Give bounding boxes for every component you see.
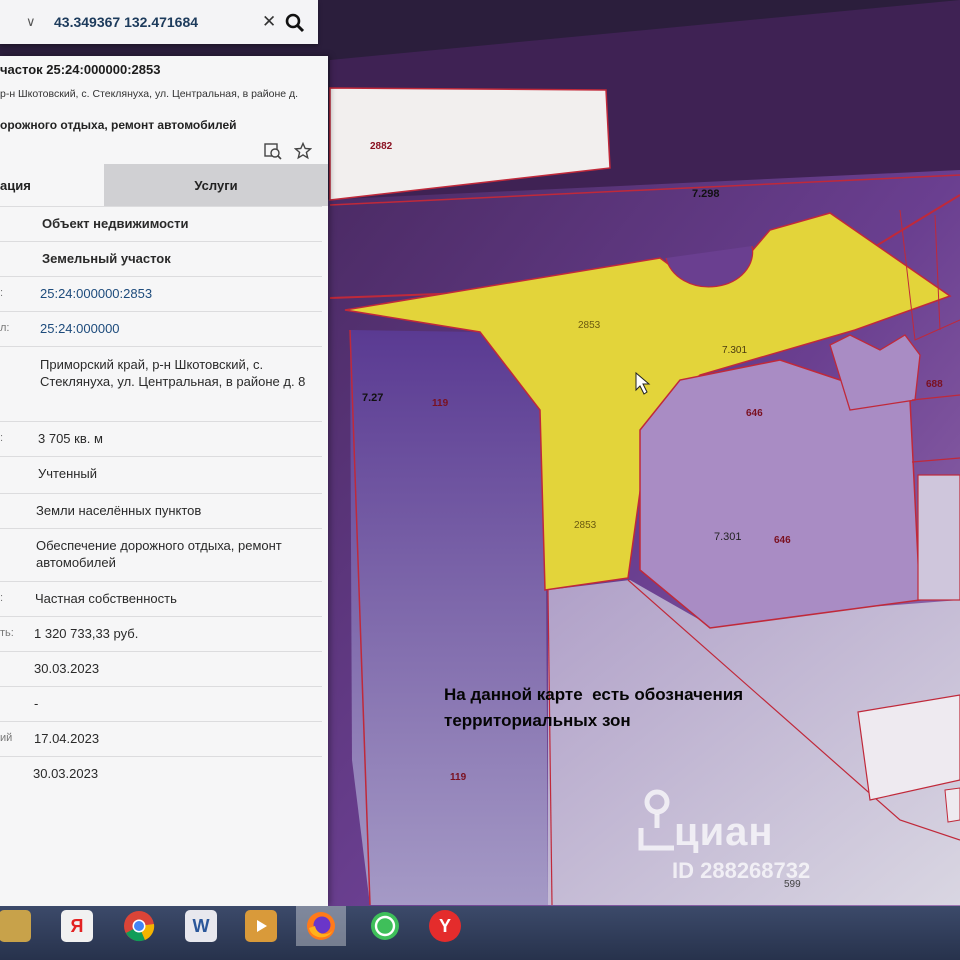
row-value: 1 320 733,33 руб. — [34, 626, 139, 641]
chrome-icon — [124, 911, 155, 942]
search-icon[interactable] — [284, 12, 306, 34]
row-label: : — [0, 432, 4, 444]
label-119-top: 119 — [432, 398, 449, 409]
yandex-browser-icon: Y — [429, 910, 461, 942]
row-label: : — [0, 287, 4, 299]
parcel-info-panel: часток 25:24:000000:2853 р-н Шкотовский,… — [0, 56, 328, 906]
parcel-119 — [350, 330, 548, 905]
row-value: Обеспечение дорожного отдыха, ремонт авт… — [36, 538, 282, 570]
tab-information[interactable]: ация — [0, 164, 104, 206]
panel-tabs: ация Услуги — [0, 164, 328, 206]
taskbar-item-library[interactable] — [0, 906, 40, 946]
label-7301-top: 7.301 — [722, 345, 747, 356]
search-bar: ∨ ✕ — [0, 0, 318, 44]
row-value: Земли населённых пунктов — [36, 503, 202, 518]
taskbar-item-yandex[interactable]: Я — [52, 906, 102, 946]
location-pin-icon — [638, 789, 674, 851]
list-item: Приморский край, р-н Шкотовский, с. Стек… — [0, 346, 322, 421]
cadastral-number-link[interactable]: 25:24:000000:2853 — [40, 286, 312, 301]
close-icon[interactable]: ✕ — [262, 12, 276, 32]
library-icon — [0, 910, 31, 942]
row-value: 17.04.2023 — [34, 731, 100, 746]
cadastral-quarter-link[interactable]: 25:24:000000 — [40, 321, 312, 336]
list-item: 30.03.2023 — [0, 651, 322, 686]
row-label: ть: — [0, 627, 14, 639]
media-player-icon — [245, 910, 277, 942]
row-value: 30.03.2023 — [33, 766, 99, 781]
taskbar-item-media-player[interactable] — [236, 906, 286, 946]
whatsapp-icon — [371, 912, 399, 940]
row-value: Объект недвижимости — [42, 216, 189, 231]
watermark-id: ID 288268732 — [672, 858, 811, 883]
list-item: ть: 1 320 733,33 руб. — [0, 616, 322, 651]
list-item: Обеспечение дорожного отдыха, ремонт авт… — [0, 528, 322, 581]
row-value: Частная собственность — [35, 591, 177, 606]
label-7298: 7.298 — [692, 188, 720, 200]
taskbar-item-firefox[interactable] — [296, 906, 346, 946]
windows-taskbar: Я W Y — [0, 906, 960, 960]
zoom-to-object-icon[interactable] — [264, 142, 282, 160]
row-value: 3 705 кв. м — [38, 431, 103, 446]
row-value: 30.03.2023 — [34, 661, 100, 676]
list-item: Земли населённых пунктов — [0, 493, 322, 528]
row-label: л: — [0, 322, 10, 334]
taskbar-item-yandex-browser[interactable]: Y — [420, 906, 470, 946]
row-value: - — [34, 696, 39, 711]
chevron-down-icon[interactable]: ∨ — [26, 14, 44, 30]
label-2853-bottom: 2853 — [574, 520, 597, 531]
map-annotation-text: На данной карте есть обозначения террито… — [444, 685, 744, 730]
firefox-icon — [307, 912, 335, 940]
list-item: Учтенный — [0, 456, 322, 493]
panel-purpose: орожного отдыха, ремонт автомобилей — [0, 118, 237, 132]
star-icon[interactable] — [293, 141, 313, 160]
label-2853-top: 2853 — [578, 320, 601, 331]
list-item: Земельный участок — [0, 241, 322, 276]
panel-address: р-н Шкотовский, с. Стеклянуха, ул. Центр… — [0, 88, 299, 100]
label-119-bottom: 119 — [450, 772, 467, 783]
list-item: : 3 705 кв. м — [0, 421, 322, 456]
list-item: ий 17.04.2023 — [0, 721, 322, 756]
word-icon: W — [185, 910, 217, 942]
list-item: 30.03.2023 — [0, 756, 322, 791]
row-value: Приморский край, р-н Шкотовский, с. Стек… — [40, 357, 306, 389]
label-646-top: 646 — [746, 408, 763, 419]
tab-services[interactable]: Услуги — [104, 164, 328, 206]
panel-title: часток 25:24:000000:2853 — [0, 62, 161, 77]
taskbar-item-chrome[interactable] — [114, 906, 164, 946]
attributes-list: Объект недвижимости Земельный участок : … — [0, 206, 322, 791]
label-688: 688 — [926, 379, 943, 390]
row-label: ий — [0, 732, 13, 744]
row-value: Земельный участок — [42, 251, 171, 266]
taskbar-item-whatsapp[interactable] — [360, 906, 410, 946]
coordinates-search-input[interactable] — [52, 13, 256, 31]
list-item: : Частная собственность — [0, 581, 322, 616]
label-727: 7.27 — [362, 392, 383, 404]
watermark-brand: циан — [674, 810, 774, 854]
taskbar-item-word[interactable]: W — [176, 906, 226, 946]
yandex-icon: Я — [61, 910, 93, 942]
label-646-mid: 646 — [774, 535, 791, 546]
list-item: : 25:24:000000:2853 — [0, 276, 322, 311]
row-label: : — [0, 592, 4, 604]
list-item: - — [0, 686, 322, 721]
label-2882: 2882 — [370, 141, 393, 152]
list-item: Объект недвижимости — [0, 206, 322, 241]
label-7301-mid: 7.301 — [714, 531, 742, 543]
row-value: Учтенный — [38, 466, 98, 481]
list-item: л: 25:24:000000 — [0, 311, 322, 346]
